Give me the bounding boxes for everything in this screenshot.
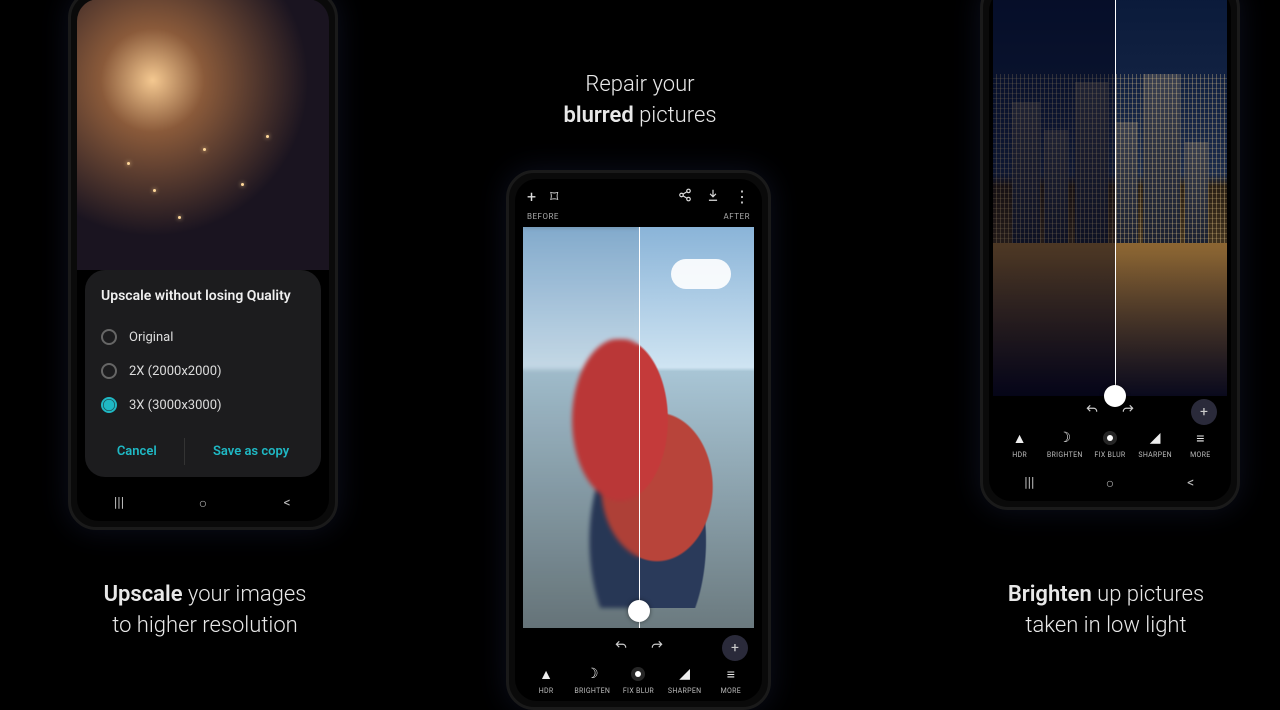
compare-view[interactable] (523, 227, 754, 628)
recents-button[interactable]: ||| (99, 495, 139, 511)
photo-sparklers (77, 0, 329, 270)
compare-handle[interactable] (628, 600, 650, 622)
download-icon[interactable] (706, 187, 720, 206)
save-as-copy-button[interactable]: Save as copy (205, 438, 297, 465)
tool-fixblur[interactable]: FIX BLUR (615, 665, 661, 695)
radio-3x[interactable]: 3X (3000x3000) (101, 388, 305, 422)
caption-brighten: Brighten up pictures taken in low light (976, 580, 1236, 642)
hdr-icon: ▲ (537, 665, 555, 683)
crop-icon[interactable]: ⌑ (550, 187, 558, 206)
radio-2x[interactable]: 2X (2000x2000) (101, 354, 305, 388)
editor-topbar: + ⌑ ⋮ (515, 179, 762, 210)
phone-fixblur: + ⌑ ⋮ BEFORE AFTER (506, 170, 771, 710)
redo-icon[interactable] (1119, 402, 1137, 421)
undo-icon[interactable] (612, 638, 630, 657)
brighten-icon: ☽ (1056, 429, 1074, 447)
tool-sharpen[interactable]: ◢ SHARPEN (662, 665, 708, 695)
compare-handle[interactable] (1104, 385, 1126, 407)
compare-divider (1115, 0, 1117, 396)
radio-checked-icon (101, 397, 117, 413)
more-tools-icon: ≡ (1191, 429, 1209, 447)
tool-fixblur[interactable]: FIX BLUR (1087, 429, 1132, 459)
back-button[interactable]: < (267, 495, 307, 511)
tool-more[interactable]: ≡ MORE (1178, 429, 1223, 459)
tool-sharpen[interactable]: ◢ SHARPEN (1133, 429, 1178, 459)
compare-view-city[interactable] (993, 0, 1227, 396)
sharpen-icon: ◢ (676, 665, 694, 683)
home-button[interactable]: ○ (183, 495, 223, 512)
hdr-icon: ▲ (1011, 429, 1029, 447)
share-icon[interactable] (678, 187, 692, 206)
home-button[interactable]: ○ (1090, 475, 1130, 492)
before-label: BEFORE (527, 212, 559, 221)
caption-upscale: Upscale your images to higher resolution (70, 580, 340, 642)
redo-icon[interactable] (648, 638, 666, 657)
more-icon[interactable]: ⋮ (734, 187, 750, 206)
tool-brighten[interactable]: ☽ BRIGHTEN (569, 665, 615, 695)
add-effect-button[interactable]: + (1191, 399, 1217, 425)
tool-brighten[interactable]: ☽ BRIGHTEN (1042, 429, 1087, 459)
fixblur-icon (1101, 429, 1119, 447)
dialog-title: Upscale without losing Quality (101, 288, 305, 304)
phone-brighten: + ▲ HDR ☽ BRIGHTEN FIX BLUR ◢ SHARPEN ≡ … (980, 0, 1240, 510)
radio-icon (101, 329, 117, 345)
caption-repair: Repair your blurred pictures (520, 70, 760, 132)
radio-icon (101, 363, 117, 379)
undo-icon[interactable] (1083, 402, 1101, 421)
tool-more[interactable]: ≡ MORE (708, 665, 754, 695)
android-navbar: ||| ○ < (989, 465, 1231, 501)
phone-upscale: Upscale without losing Quality Original … (68, 0, 338, 530)
tool-row: ▲ HDR ☽ BRIGHTEN FIX BLUR ◢ SHARPEN ≡ MO… (515, 663, 762, 701)
compare-divider (639, 227, 641, 628)
add-effect-button[interactable]: + (722, 635, 748, 661)
upscale-dialog: Upscale without losing Quality Original … (85, 270, 321, 477)
radio-original[interactable]: Original (101, 320, 305, 354)
back-button[interactable]: < (1171, 475, 1211, 491)
tool-hdr[interactable]: ▲ HDR (523, 665, 569, 695)
tool-hdr[interactable]: ▲ HDR (997, 429, 1042, 459)
brighten-icon: ☽ (583, 665, 601, 683)
recents-button[interactable]: ||| (1009, 475, 1049, 491)
fixblur-icon (629, 665, 647, 683)
add-icon[interactable]: + (527, 187, 536, 206)
sharpen-icon: ◢ (1146, 429, 1164, 447)
android-navbar: ||| ○ < (77, 485, 329, 521)
cancel-button[interactable]: Cancel (109, 438, 165, 465)
more-tools-icon: ≡ (722, 665, 740, 683)
after-label: AFTER (724, 212, 750, 221)
tool-row: ▲ HDR ☽ BRIGHTEN FIX BLUR ◢ SHARPEN ≡ MO… (989, 427, 1231, 465)
